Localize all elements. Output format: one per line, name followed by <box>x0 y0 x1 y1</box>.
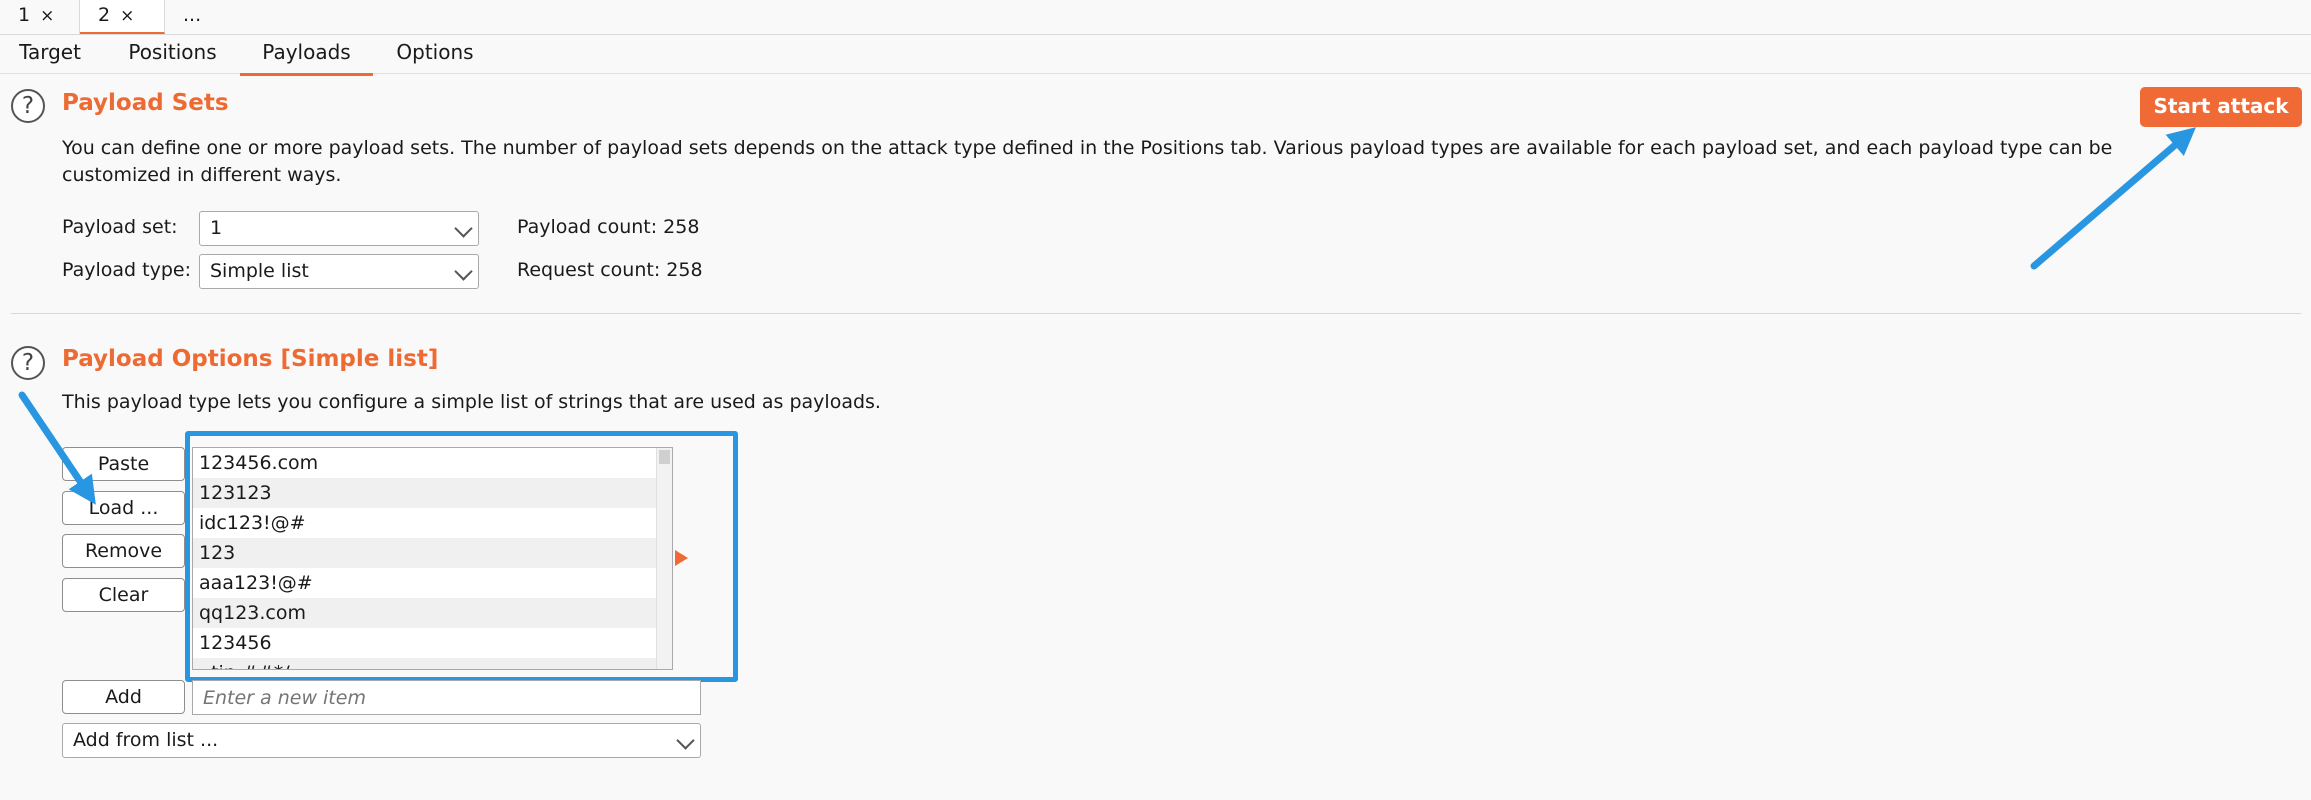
annotation-overlay <box>18 127 2196 505</box>
annotation-arrow <box>18 391 96 505</box>
annotation-arrow <box>2030 127 2196 270</box>
